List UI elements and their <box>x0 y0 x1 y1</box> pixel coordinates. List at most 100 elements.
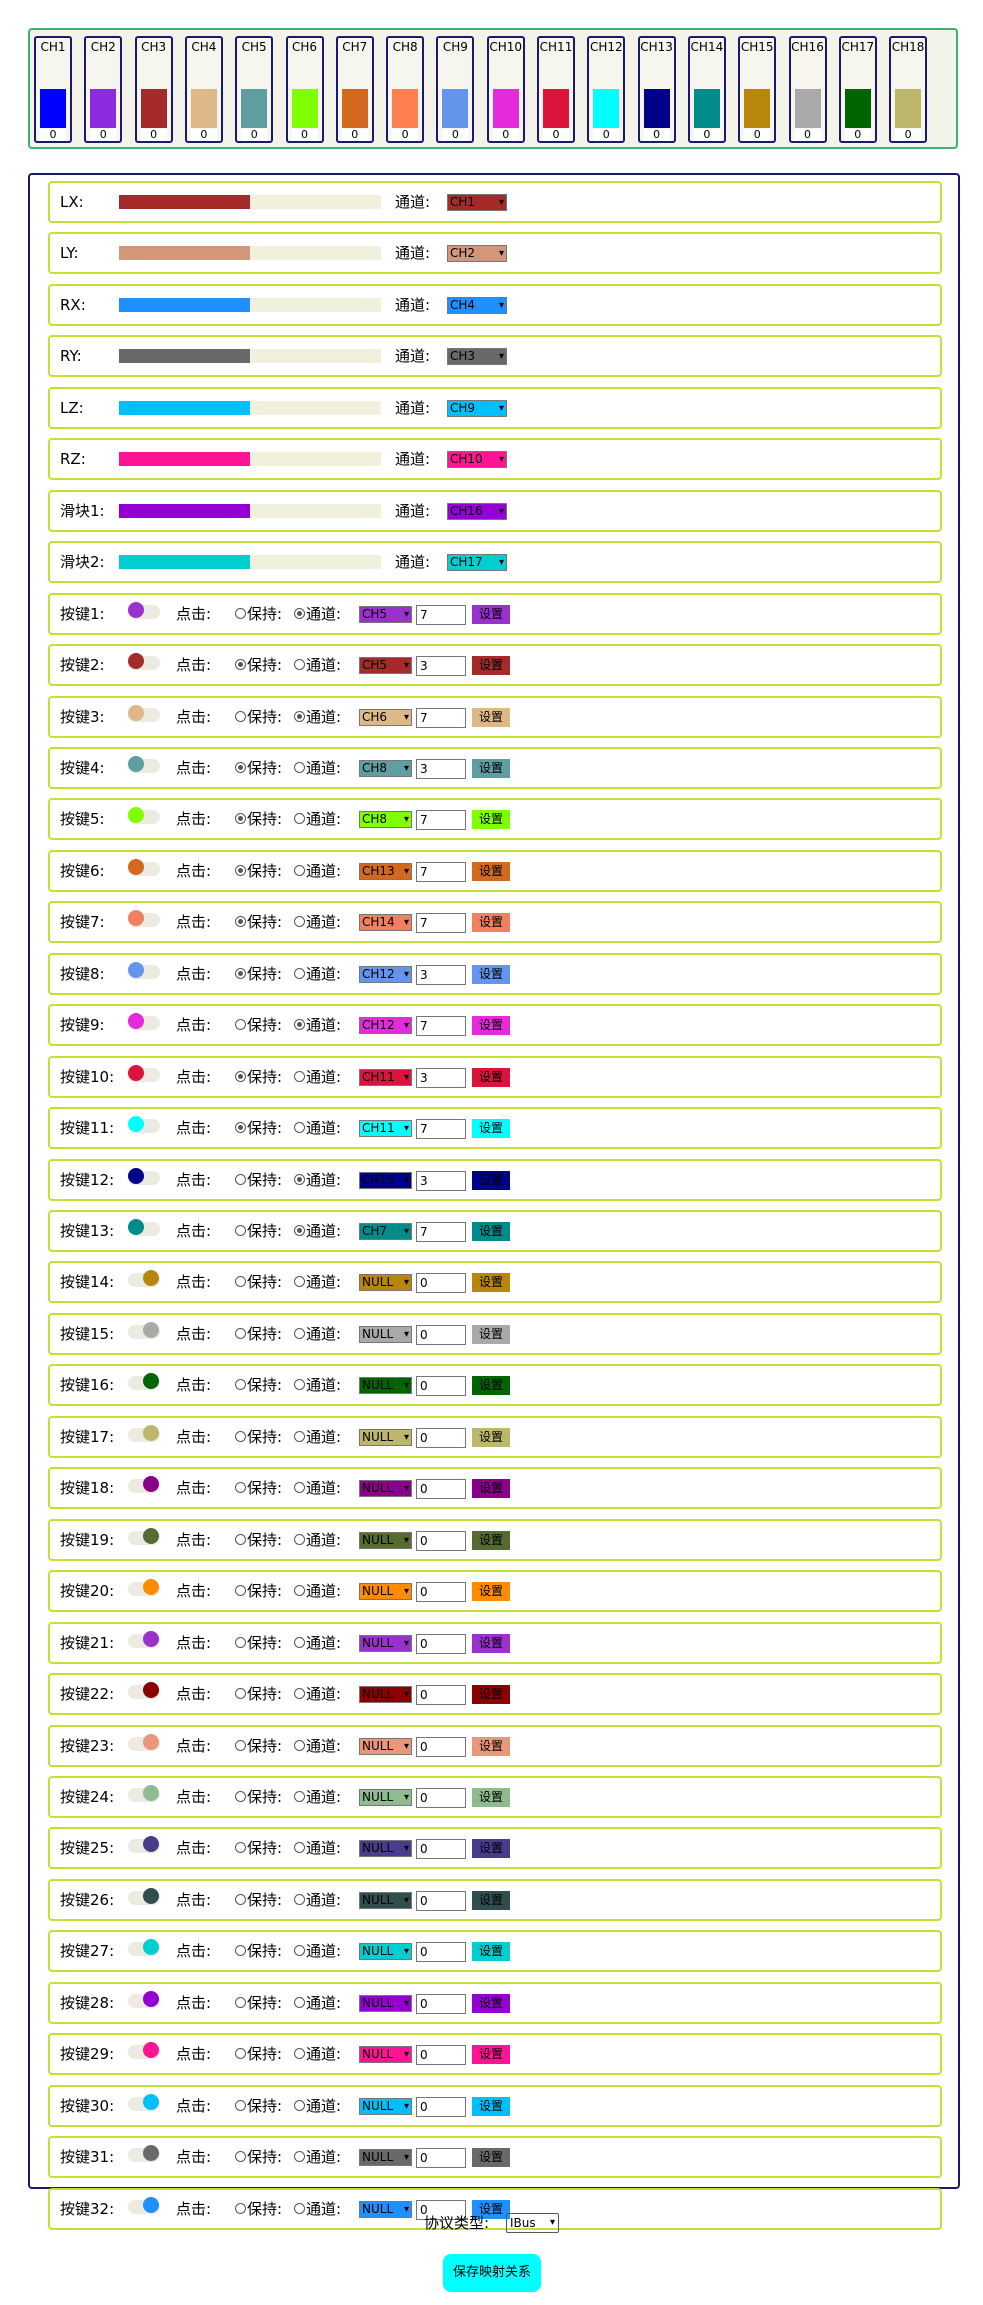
button-channel-select[interactable]: NULL ▾ <box>359 2046 412 2064</box>
button-number-input[interactable]: 7 <box>416 604 466 625</box>
button-channel-select[interactable]: NULL ▾ <box>359 1583 412 1601</box>
button-channel-select[interactable]: NULL ▾ <box>359 1531 412 1549</box>
toggle-switch[interactable] <box>128 1784 160 1802</box>
button-channel-select[interactable]: CH12 ▾ <box>359 965 412 983</box>
button-channel-select[interactable]: NULL ▾ <box>359 1377 412 1395</box>
axis-channel-select[interactable]: CH9 ▾ <box>447 399 507 417</box>
channel-radio[interactable] <box>294 1173 305 1185</box>
axis-channel-select[interactable]: CH2 ▾ <box>447 245 507 263</box>
button-number-input[interactable]: 7 <box>416 1016 466 1037</box>
button-number-input[interactable]: 7 <box>416 913 466 934</box>
channel-radio[interactable] <box>294 761 305 773</box>
toggle-switch[interactable] <box>128 1476 160 1494</box>
toggle-switch[interactable] <box>128 1321 160 1339</box>
button-number-input[interactable]: 0 <box>416 2096 466 2117</box>
channel-radio[interactable] <box>294 2048 305 2060</box>
set-button[interactable]: 设置 <box>472 2096 510 2116</box>
axis-channel-select[interactable]: CH1 ▾ <box>447 194 507 211</box>
button-channel-select[interactable]: CH5 ▾ <box>359 605 412 623</box>
toggle-switch[interactable] <box>128 1887 160 1905</box>
hold-radio[interactable] <box>235 2048 246 2060</box>
toggle-switch[interactable] <box>128 910 160 928</box>
toggle-switch[interactable] <box>128 1373 160 1391</box>
button-number-input[interactable]: 0 <box>416 1787 466 1808</box>
button-number-input[interactable]: 0 <box>416 1376 466 1397</box>
toggle-switch[interactable] <box>128 755 160 773</box>
hold-radio[interactable] <box>235 1173 246 1185</box>
set-button[interactable]: 设置 <box>472 861 510 881</box>
channel-radio[interactable] <box>294 710 305 722</box>
hold-radio[interactable] <box>235 761 246 773</box>
button-number-input[interactable]: 0 <box>416 1273 466 1294</box>
button-number-input[interactable]: 3 <box>416 1170 466 1191</box>
set-button[interactable]: 设置 <box>472 1633 510 1653</box>
channel-radio[interactable] <box>294 1070 305 1082</box>
channel-radio[interactable] <box>294 1688 305 1700</box>
toggle-switch[interactable] <box>128 961 160 979</box>
button-channel-select[interactable]: NULL ▾ <box>359 2097 412 2115</box>
toggle-switch[interactable] <box>128 1064 160 1082</box>
toggle-switch[interactable] <box>128 858 160 876</box>
axis-channel-select[interactable]: CH17 ▾ <box>447 554 507 572</box>
toggle-switch[interactable] <box>128 2042 160 2060</box>
set-button[interactable]: 设置 <box>472 1376 510 1396</box>
hold-radio[interactable] <box>235 916 246 928</box>
hold-radio[interactable] <box>235 2202 246 2214</box>
set-button[interactable]: 设置 <box>472 1222 510 1241</box>
button-channel-select[interactable]: NULL ▾ <box>359 1634 412 1652</box>
hold-radio[interactable] <box>235 1585 246 1597</box>
channel-radio[interactable] <box>294 2151 305 2163</box>
toggle-switch[interactable] <box>128 704 160 722</box>
channel-radio[interactable] <box>294 2099 305 2111</box>
set-button[interactable]: 设置 <box>472 2148 510 2168</box>
set-button[interactable]: 设置 <box>472 1479 510 1499</box>
toggle-switch[interactable] <box>128 2145 160 2163</box>
protocol-select[interactable]: IBus ▾ <box>506 2213 559 2233</box>
set-button[interactable]: 设置 <box>472 1787 510 1807</box>
button-channel-select[interactable]: CH6 ▾ <box>359 708 412 726</box>
channel-radio[interactable] <box>294 967 305 979</box>
set-button[interactable]: 设置 <box>472 1119 510 1139</box>
toggle-switch[interactable] <box>128 653 160 671</box>
button-number-input[interactable]: 0 <box>416 1736 466 1757</box>
set-button[interactable]: 设置 <box>472 1016 510 1036</box>
button-channel-select[interactable]: CH13 ▾ <box>359 862 412 880</box>
hold-radio[interactable] <box>235 1636 246 1648</box>
set-button[interactable]: 设置 <box>472 656 510 676</box>
hold-radio[interactable] <box>235 710 246 722</box>
button-channel-select[interactable]: NULL ▾ <box>359 1428 412 1446</box>
toggle-switch[interactable] <box>128 1424 160 1442</box>
button-channel-select[interactable]: CH11 ▾ <box>359 1068 412 1086</box>
hold-radio[interactable] <box>235 607 246 619</box>
hold-radio[interactable] <box>235 1019 246 1031</box>
set-button[interactable]: 设置 <box>472 1736 510 1756</box>
toggle-switch[interactable] <box>128 1682 160 1700</box>
hold-radio[interactable] <box>235 1533 246 1545</box>
button-channel-select[interactable]: NULL ▾ <box>359 1891 412 1909</box>
set-button[interactable]: 设置 <box>472 1530 510 1550</box>
hold-radio[interactable] <box>235 1070 246 1082</box>
button-channel-select[interactable]: NULL ▾ <box>359 1994 412 2012</box>
hold-radio[interactable] <box>235 1996 246 2008</box>
button-channel-select[interactable]: CH14 ▾ <box>359 914 412 932</box>
button-number-input[interactable]: 3 <box>416 758 466 779</box>
hold-radio[interactable] <box>235 813 246 825</box>
button-number-input[interactable]: 0 <box>416 1839 466 1860</box>
button-channel-select[interactable]: NULL ▾ <box>359 1325 412 1343</box>
button-channel-select[interactable]: CH11 ▾ <box>359 1120 412 1138</box>
set-button[interactable]: 设置 <box>472 913 510 933</box>
button-channel-select[interactable]: NULL ▾ <box>359 1737 412 1755</box>
channel-radio[interactable] <box>294 1996 305 2008</box>
set-button[interactable]: 设置 <box>472 707 510 727</box>
channel-radio[interactable] <box>294 1379 305 1391</box>
toggle-switch[interactable] <box>128 1939 160 1957</box>
toggle-switch[interactable] <box>128 1013 160 1031</box>
channel-radio[interactable] <box>294 1122 305 1134</box>
set-button[interactable]: 设置 <box>472 1273 510 1293</box>
button-number-input[interactable]: 0 <box>416 2045 466 2066</box>
set-button[interactable]: 设置 <box>472 1324 510 1344</box>
set-button[interactable]: 设置 <box>472 1890 510 1910</box>
hold-radio[interactable] <box>235 1276 246 1288</box>
button-channel-select[interactable]: NULL ▾ <box>359 2200 412 2218</box>
hold-radio[interactable] <box>235 1482 246 1494</box>
